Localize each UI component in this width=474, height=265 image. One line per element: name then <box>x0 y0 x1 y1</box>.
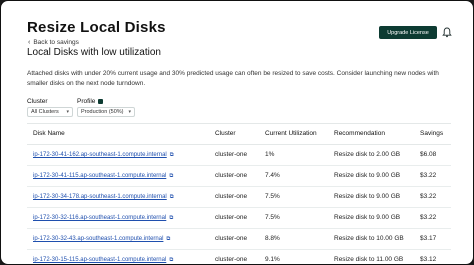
disk-name-link[interactable]: ip-172-30-32-116.ap-southeast-1.compute.… <box>33 215 166 221</box>
profile-filter-label: Profile <box>77 98 104 105</box>
disk-name-link[interactable]: ip-172-30-32-43.ap-southeast-1.compute.i… <box>33 236 163 242</box>
disk-name-link[interactable]: ip-172-30-34-178.ap-southeast-1.compute.… <box>33 194 167 200</box>
external-link-icon[interactable]: ⧉ <box>169 215 173 222</box>
table-header: Disk Name Cluster Current Utilization Re… <box>27 123 451 145</box>
cluster-cell: cluster-one <box>215 214 248 221</box>
app-window: Resize Local Disks ‹ Back to savings Upg… <box>0 0 474 265</box>
disk-name-cell[interactable]: ip-172-30-41-162.ap-southeast-1.compute.… <box>33 151 174 159</box>
external-link-icon[interactable]: ⧉ <box>166 236 170 243</box>
table-row: ip-172-30-41-162.ap-southeast-1.compute.… <box>27 144 451 166</box>
external-link-icon[interactable]: ⧉ <box>170 194 174 201</box>
description-text: Attached disks with under 20% current us… <box>27 70 439 87</box>
utilization-cell: 7.5% <box>265 193 280 200</box>
table-row: ip-172-30-32-43.ap-southeast-1.compute.i… <box>27 228 451 250</box>
bell-icon[interactable] <box>442 27 452 38</box>
disk-name-link[interactable]: ip-172-30-41-115.ap-southeast-1.compute.… <box>33 173 166 179</box>
table-row: ip-172-30-15-115.ap-southeast-1.compute.… <box>27 249 451 264</box>
chevron-down-icon: ▾ <box>128 109 131 115</box>
cluster-cell: cluster-one <box>215 193 248 200</box>
upgrade-license-button[interactable]: Upgrade License <box>379 26 437 39</box>
back-link-label: Back to savings <box>33 39 79 46</box>
savings-cell: $6.08 <box>420 151 437 158</box>
recommendation-cell: Resize disk to 10.00 GB <box>334 235 404 242</box>
info-icon[interactable] <box>98 99 104 104</box>
header-cluster[interactable]: Cluster <box>215 130 236 137</box>
disk-name-link[interactable]: ip-172-30-15-115.ap-southeast-1.compute.… <box>33 257 166 263</box>
utilization-cell: 7.4% <box>265 172 280 179</box>
header-recommendation[interactable]: Recommendation <box>334 130 385 137</box>
cluster-cell: cluster-one <box>215 151 248 158</box>
table-row: ip-172-30-32-116.ap-southeast-1.compute.… <box>27 207 451 229</box>
back-to-savings-link[interactable]: ‹ Back to savings <box>28 39 79 46</box>
cluster-cell: cluster-one <box>215 235 248 242</box>
table-row: ip-172-30-41-115.ap-southeast-1.compute.… <box>27 165 451 187</box>
page-title: Resize Local Disks <box>27 19 166 36</box>
savings-cell: $3.12 <box>420 256 437 263</box>
cluster-cell: cluster-one <box>215 256 248 263</box>
savings-cell: $3.22 <box>420 193 437 200</box>
cluster-select[interactable]: All Clusters ▾ <box>27 107 73 117</box>
recommendation-cell: Resize disk to 2.00 GB <box>334 151 401 158</box>
cluster-filter-label: Cluster <box>27 98 48 105</box>
disk-name-link[interactable]: ip-172-30-41-162.ap-southeast-1.compute.… <box>33 152 167 158</box>
recommendation-cell: Resize disk to 9.00 GB <box>334 214 401 221</box>
recommendation-cell: Resize disk to 11.00 GB <box>334 256 404 263</box>
chevron-left-icon: ‹ <box>28 39 31 46</box>
table-row: ip-172-30-34-178.ap-southeast-1.compute.… <box>27 186 451 208</box>
savings-cell: $3.22 <box>420 172 437 179</box>
header-disk-name[interactable]: Disk Name <box>33 130 65 137</box>
cluster-select-value: All Clusters <box>31 109 59 115</box>
section-title: Local Disks with low utilization <box>27 47 161 58</box>
profile-select-value: Production (50%) <box>81 109 124 115</box>
utilization-cell: 7.5% <box>265 214 280 221</box>
cluster-cell: cluster-one <box>215 172 248 179</box>
utilization-cell: 9.1% <box>265 256 280 263</box>
chevron-down-icon: ▾ <box>66 109 69 115</box>
recommendation-cell: Resize disk to 9.00 GB <box>334 172 401 179</box>
recommendation-cell: Resize disk to 9.00 GB <box>334 193 401 200</box>
disk-name-cell[interactable]: ip-172-30-32-116.ap-southeast-1.compute.… <box>33 214 173 222</box>
external-link-icon[interactable]: ⧉ <box>169 173 173 180</box>
savings-cell: $3.22 <box>420 214 437 221</box>
disk-name-cell[interactable]: ip-172-30-32-43.ap-southeast-1.compute.i… <box>33 235 170 243</box>
profile-select[interactable]: Production (50%) ▾ <box>77 107 135 117</box>
external-link-icon[interactable]: ⧉ <box>170 152 174 159</box>
external-link-icon[interactable]: ⧉ <box>169 257 173 264</box>
savings-cell: $3.17 <box>420 235 437 242</box>
disk-name-cell[interactable]: ip-172-30-41-115.ap-southeast-1.compute.… <box>33 172 173 180</box>
profile-label-text: Profile <box>77 98 96 105</box>
utilization-cell: 8.8% <box>265 235 280 242</box>
header-savings[interactable]: Savings <box>420 130 443 137</box>
disk-name-cell[interactable]: ip-172-30-34-178.ap-southeast-1.compute.… <box>33 193 174 201</box>
utilization-cell: 1% <box>265 151 275 158</box>
header-current-utilization[interactable]: Current Utilization <box>265 130 317 137</box>
disk-name-cell[interactable]: ip-172-30-15-115.ap-southeast-1.compute.… <box>33 256 173 264</box>
